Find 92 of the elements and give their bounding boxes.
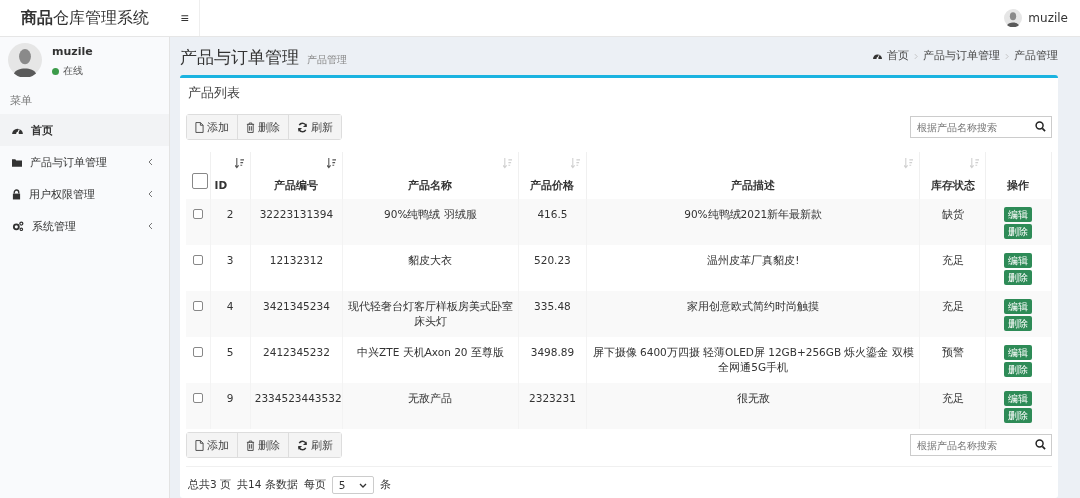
dashboard-icon <box>873 52 882 60</box>
page-title: 产品与订单管理 <box>180 46 299 69</box>
search-field[interactable]: 根据产品名称搜索 <box>910 434 1052 456</box>
table-cell: 缺货 <box>941 208 964 220</box>
file-icon <box>195 121 204 133</box>
gears-icon <box>12 221 24 231</box>
column-header[interactable]: 产品编号 <box>274 179 319 191</box>
table-cell: 屏下摄像 6400万四摄 轻薄OLED屏 12GB+256GB 烁火鎏金 双模全网通5G手机 <box>592 346 914 373</box>
search-icon <box>1035 439 1046 450</box>
column-header[interactable]: 库存状态 <box>930 179 975 191</box>
breadcrumb-link[interactable]: 首页 <box>887 49 909 63</box>
trash-icon <box>246 439 255 451</box>
column-header[interactable]: 产品描述 <box>731 179 776 191</box>
unit-label: 条 <box>380 478 392 492</box>
table-cell: 335.48 <box>534 300 571 312</box>
breadcrumb-link[interactable]: 产品管理 <box>1014 49 1058 63</box>
table-cell: 90%纯鸭绒 羽绒服 <box>384 208 477 220</box>
add-button[interactable]: 添加 <box>187 115 238 139</box>
table-cell: 家用创意欧式简约时尚触摸 <box>687 300 820 312</box>
table-cell: 2323231 <box>529 392 576 404</box>
table-cell: 温州皮革厂真貂皮! <box>707 254 800 266</box>
menu-label: 菜单 <box>9 93 33 108</box>
caret-icon <box>359 482 368 488</box>
column-header[interactable]: ID <box>214 179 228 191</box>
edit-button[interactable]: 编辑 <box>1004 345 1033 360</box>
table-cell: 2 <box>226 208 234 220</box>
page-subtitle: 产品管理 <box>307 53 347 67</box>
trash-icon <box>246 121 255 133</box>
column-header[interactable]: 操作 <box>1007 179 1030 191</box>
delete-button[interactable]: 删除 <box>1004 224 1033 239</box>
table-cell: 32223131394 <box>259 208 334 220</box>
sidebar-item[interactable]: 用户权限管理 <box>0 178 169 210</box>
table-cell: 3421345234 <box>263 300 330 312</box>
add-button[interactable]: 添加 <box>187 433 238 457</box>
table-cell: 充足 <box>941 392 964 404</box>
table-cell: 5 <box>226 346 234 358</box>
table-cell: 无敌产品 <box>408 392 453 404</box>
table-cell: 520.23 <box>534 254 571 266</box>
edit-button[interactable]: 编辑 <box>1004 253 1033 268</box>
delete-button[interactable]: 删除 <box>1004 270 1033 285</box>
refresh-icon <box>297 121 308 133</box>
table-cell: 预警 <box>941 346 964 358</box>
column-header[interactable]: 产品名称 <box>408 179 453 191</box>
delete-button[interactable]: 删除 <box>1004 362 1033 377</box>
row-checkbox[interactable] <box>192 301 203 311</box>
table-cell: 现代轻奢台灯客厅样板房美式卧室床头灯 <box>347 300 513 327</box>
status-text: 在线 <box>63 64 83 78</box>
table-cell: 充足 <box>941 300 964 312</box>
file-icon <box>195 439 204 451</box>
table-cell: 12132312 <box>269 254 324 266</box>
table-cell: 3498.89 <box>530 346 575 358</box>
table-cell: 3 <box>226 254 234 266</box>
page-count: 总共3 页 <box>188 478 232 492</box>
edit-button[interactable]: 编辑 <box>1004 391 1033 406</box>
table-cell: 90%纯鸭绒2021新年最新款 <box>684 208 823 220</box>
refresh-icon <box>297 439 308 451</box>
select-all-checkbox[interactable] <box>192 173 208 189</box>
search-icon <box>1035 121 1046 132</box>
panel-title: 产品列表 <box>187 84 241 102</box>
per-page-label: 每页 <box>303 478 326 492</box>
edit-button[interactable]: 编辑 <box>1004 299 1033 314</box>
table-cell: 416.5 <box>537 208 568 220</box>
row-checkbox[interactable] <box>192 255 203 265</box>
row-checkbox[interactable] <box>192 393 203 403</box>
avatar-icon <box>1004 9 1023 27</box>
delete-button[interactable]: 删除 <box>1004 408 1033 423</box>
table-cell: 很无敌 <box>736 392 770 404</box>
table-cell: 4 <box>226 300 234 312</box>
table-cell: 中兴ZTE 天机Axon 20 至尊版 <box>357 346 504 358</box>
lock-icon <box>12 188 21 200</box>
column-header[interactable]: 产品价格 <box>530 179 575 191</box>
table-cell: 9 <box>226 392 234 404</box>
user-name[interactable]: muzile <box>1028 11 1068 25</box>
search-field[interactable]: 根据产品名称搜索 <box>910 116 1052 138</box>
table-cell: 2412345232 <box>263 346 330 358</box>
user-name: muzile <box>52 45 93 58</box>
app-logo: 商品仓库管理系统 <box>20 6 150 29</box>
delete-button[interactable]: 删除 <box>1004 316 1033 331</box>
page-size-select[interactable]: 5 <box>331 476 375 494</box>
sidebar-item[interactable]: 系统管理 <box>0 210 169 242</box>
sidebar-item[interactable]: 产品与订单管理 <box>0 146 169 178</box>
table-cell: 充足 <box>941 254 964 266</box>
table-cell: 2334523443532 <box>254 392 342 404</box>
row-checkbox[interactable] <box>192 347 203 357</box>
table-cell: 貂皮大衣 <box>408 254 453 266</box>
row-checkbox[interactable] <box>192 209 203 219</box>
folder-icon <box>12 157 22 167</box>
record-count: 共14 条数据 <box>237 478 298 492</box>
breadcrumb-link[interactable]: 产品与订单管理 <box>923 49 1000 63</box>
sidebar-item[interactable]: 首页 <box>0 114 169 146</box>
avatar-icon <box>8 43 42 77</box>
edit-button[interactable]: 编辑 <box>1004 207 1033 222</box>
